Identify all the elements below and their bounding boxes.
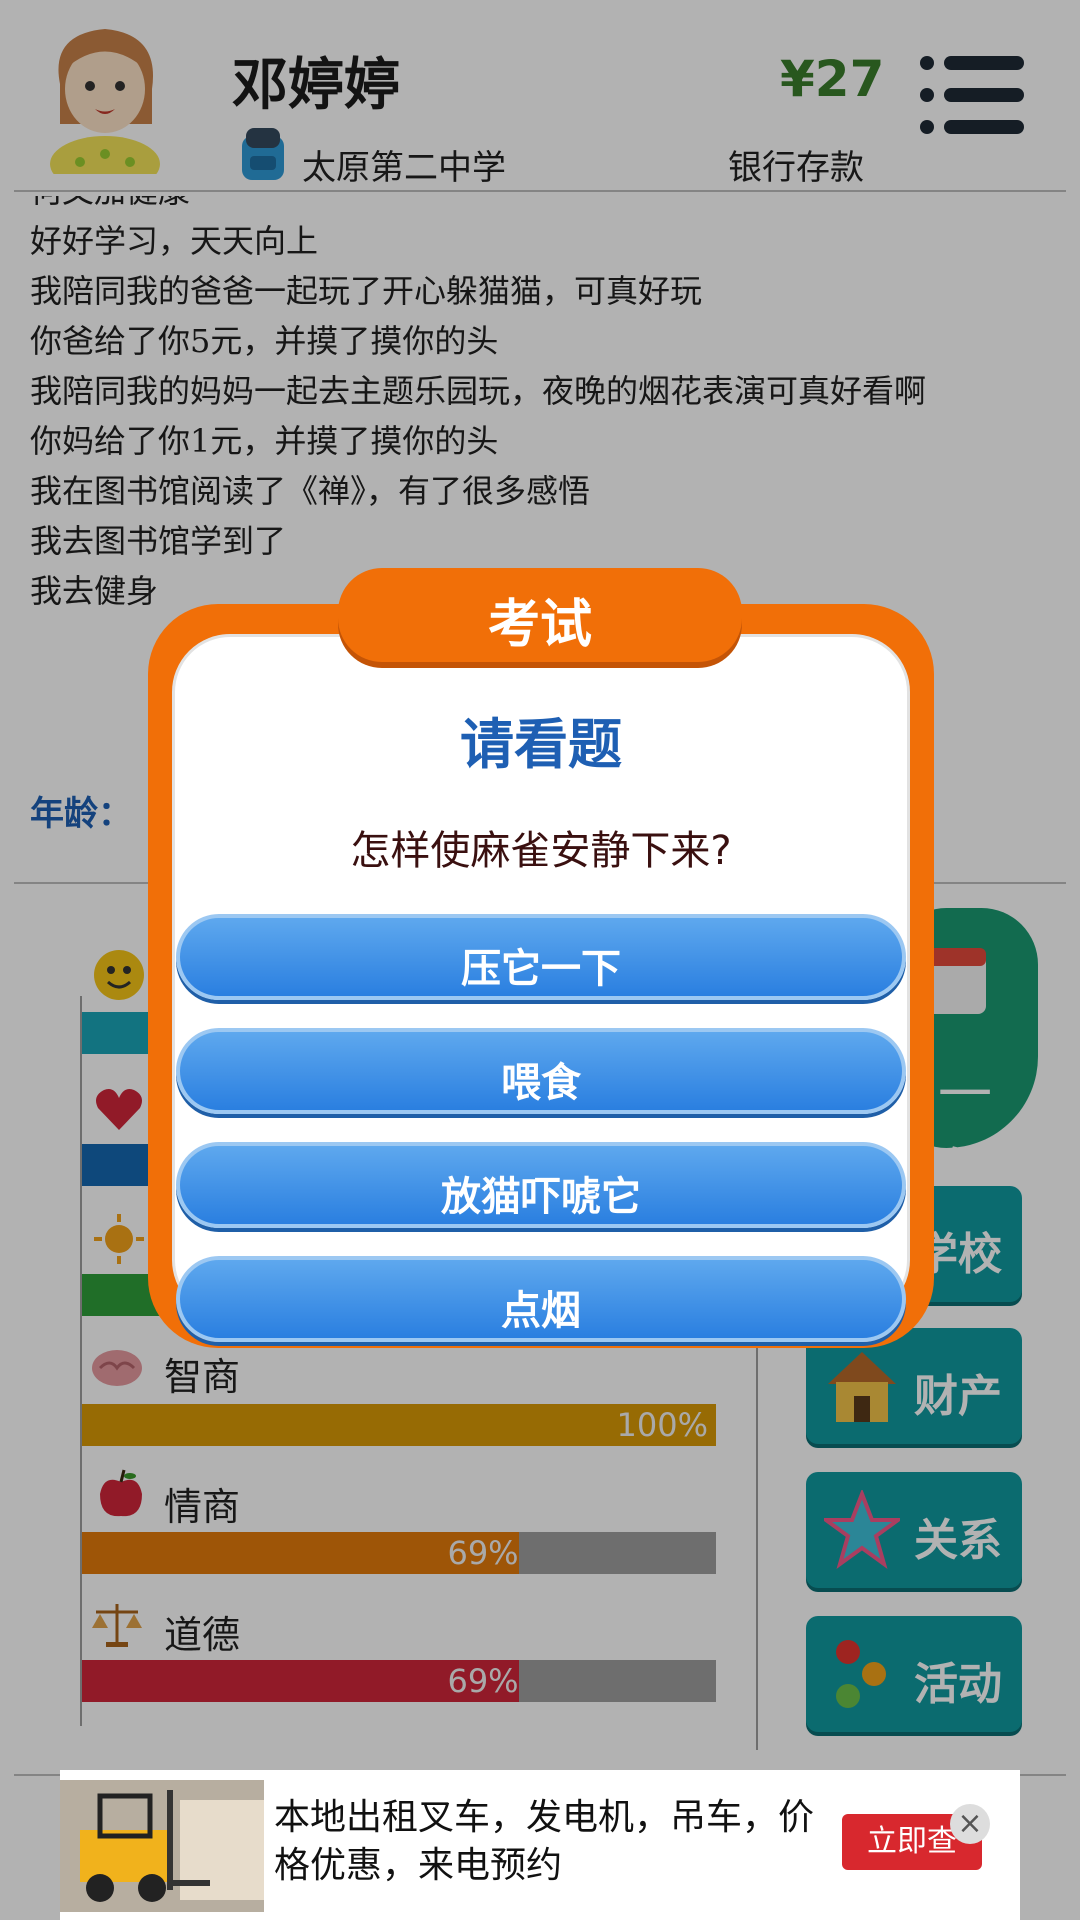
question-heading: 请看题 (460, 713, 622, 776)
ad-banner[interactable]: 本地出租叉车，发电机，吊车，价格优惠，来电预约 立即查 × (60, 1770, 1020, 1920)
forklift-ad-image (60, 1780, 264, 1912)
answer-label: 放猫吓唬它 (441, 1174, 641, 1220)
answer-label: 喂食 (501, 1060, 581, 1106)
answer-label: 压它一下 (461, 946, 621, 992)
ad-text: 本地出租叉车，发电机，吊车，价格优惠，来电预约 (274, 1797, 815, 1886)
answer-button-1[interactable]: 压它一下 (176, 914, 906, 1000)
answer-button-3[interactable]: 放猫吓唬它 (176, 1142, 906, 1228)
exam-dialog-title-tab: 考试 (338, 568, 742, 662)
answer-button-4[interactable]: 点烟 (176, 1256, 906, 1342)
close-icon[interactable]: × (950, 1804, 990, 1844)
exam-dialog-title: 考试 (487, 595, 592, 655)
question-text: 怎样使麻雀安静下来? (350, 828, 732, 874)
answer-label: 点烟 (501, 1288, 581, 1334)
answer-button-2[interactable]: 喂食 (176, 1028, 906, 1114)
